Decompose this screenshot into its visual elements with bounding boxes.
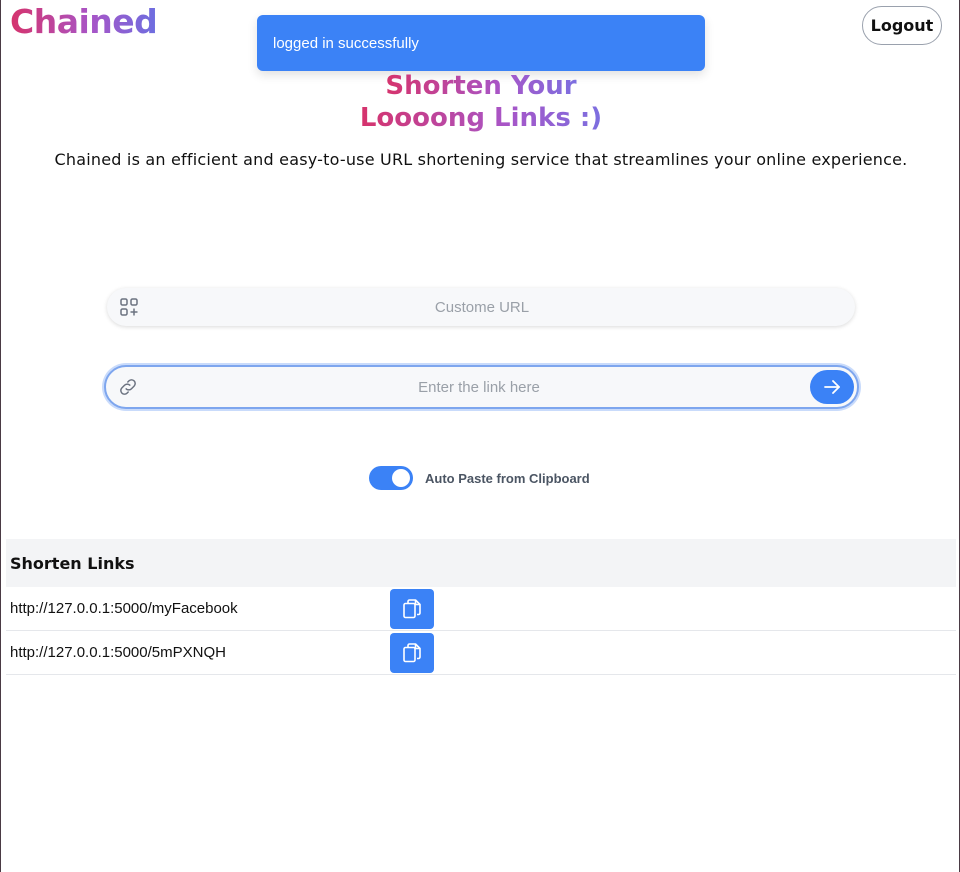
headline-line-2: Loooong Links :) bbox=[359, 103, 603, 133]
auto-paste-row: Auto Paste from Clipboard bbox=[369, 466, 590, 490]
logout-button[interactable]: Logout bbox=[862, 6, 942, 45]
shorten-submit-button[interactable] bbox=[810, 370, 854, 404]
table-row: http://127.0.0.1:5000/myFacebook bbox=[6, 587, 956, 631]
short-link-url[interactable]: http://127.0.0.1:5000/5mPXNQH bbox=[6, 644, 390, 661]
custom-url-input[interactable] bbox=[149, 288, 855, 326]
table-row: http://127.0.0.1:5000/5mPXNQH bbox=[6, 631, 956, 675]
toast-message: logged in successfully bbox=[273, 34, 419, 52]
copy-icon bbox=[403, 642, 421, 662]
page-tagline: Chained is an efficient and easy-to-use … bbox=[54, 150, 908, 169]
auto-paste-toggle[interactable] bbox=[369, 466, 413, 490]
toggle-knob bbox=[392, 469, 410, 487]
app-frame: Chained logged in successfully Logout Sh… bbox=[0, 0, 960, 872]
link-input[interactable] bbox=[148, 367, 810, 407]
toast-notification: logged in successfully bbox=[257, 15, 705, 71]
custom-url-field bbox=[107, 288, 855, 326]
copy-button[interactable] bbox=[390, 632, 434, 673]
copy-button[interactable] bbox=[390, 588, 434, 629]
link-field bbox=[104, 365, 859, 409]
auto-paste-label: Auto Paste from Clipboard bbox=[425, 470, 590, 486]
link-icon bbox=[108, 367, 148, 407]
headline-line-1: Shorten Your bbox=[385, 71, 577, 101]
arrow-right-icon bbox=[824, 380, 840, 394]
shorten-links-table: Shorten Links http://127.0.0.1:5000/myFa… bbox=[6, 539, 956, 675]
page-headline: Shorten Your Loooong Links :) bbox=[1, 70, 960, 134]
shorten-links-header: Shorten Links bbox=[6, 539, 956, 587]
short-link-url[interactable]: http://127.0.0.1:5000/myFacebook bbox=[6, 600, 390, 617]
app-logo[interactable]: Chained bbox=[10, 2, 158, 41]
apps-add-icon bbox=[109, 288, 149, 326]
copy-icon bbox=[403, 598, 421, 618]
